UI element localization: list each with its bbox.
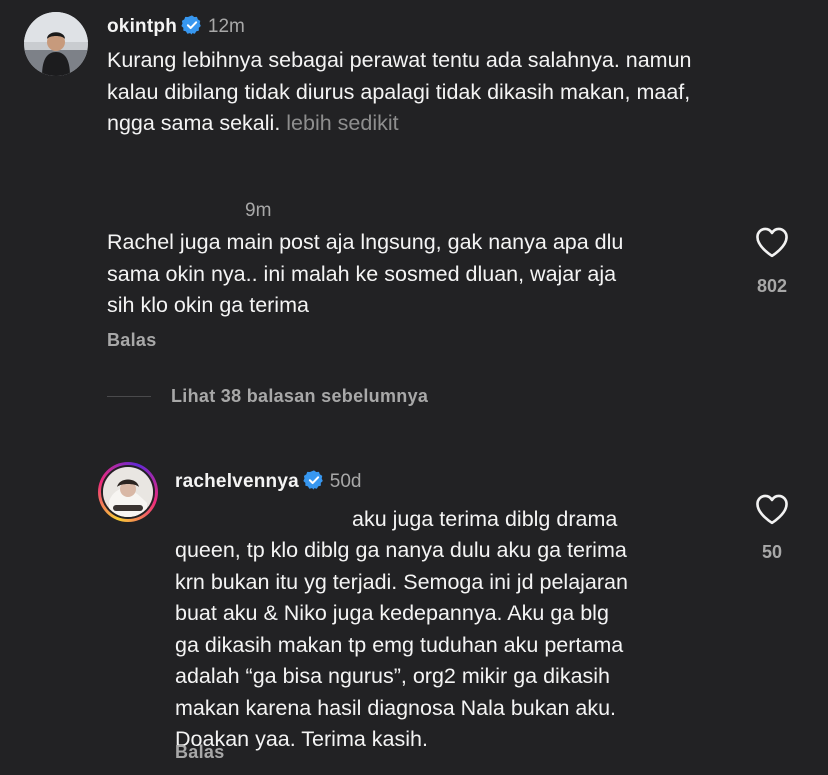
like-count: 50 xyxy=(761,542,783,562)
reply-button[interactable]: Balas xyxy=(175,742,225,763)
heart-outline-icon[interactable] xyxy=(754,493,790,525)
comment-text: Kurang lebihnya sebagai perawat tentu ad… xyxy=(107,45,807,140)
timestamp: 12m xyxy=(207,16,245,37)
verified-badge-icon xyxy=(181,15,202,35)
comment-header: rachelvennya 50d xyxy=(175,469,361,493)
avatar-rachelvennya[interactable] xyxy=(101,465,155,519)
replies-divider xyxy=(107,396,151,397)
timestamp: 50d xyxy=(329,471,362,492)
username[interactable]: okintph xyxy=(107,16,177,37)
comment-body: queen, tp klo diblg ga nanya dulu aku ga… xyxy=(175,538,628,751)
like-count: 802 xyxy=(756,276,788,296)
username[interactable]: rachelvennya xyxy=(175,471,299,492)
see-less-link[interactable]: lebih sedikit xyxy=(286,111,398,135)
verified-badge-icon xyxy=(303,470,324,490)
timestamp: 9m xyxy=(245,200,272,221)
avatar-okintph[interactable] xyxy=(24,12,88,76)
view-previous-replies-button[interactable]: Lihat 38 balasan sebelumnya xyxy=(171,386,428,407)
comment-body: Rachel juga main post aja lngsung, gak n… xyxy=(107,230,624,317)
reply-button[interactable]: Balas xyxy=(107,330,157,351)
comment-header: okintph 12m xyxy=(107,14,245,38)
heart-outline-icon[interactable] xyxy=(754,226,790,258)
comment-body: Kurang lebihnya sebagai perawat tentu ad… xyxy=(107,48,692,135)
comment-body-first-line: aku juga terima diblg drama xyxy=(352,507,618,531)
